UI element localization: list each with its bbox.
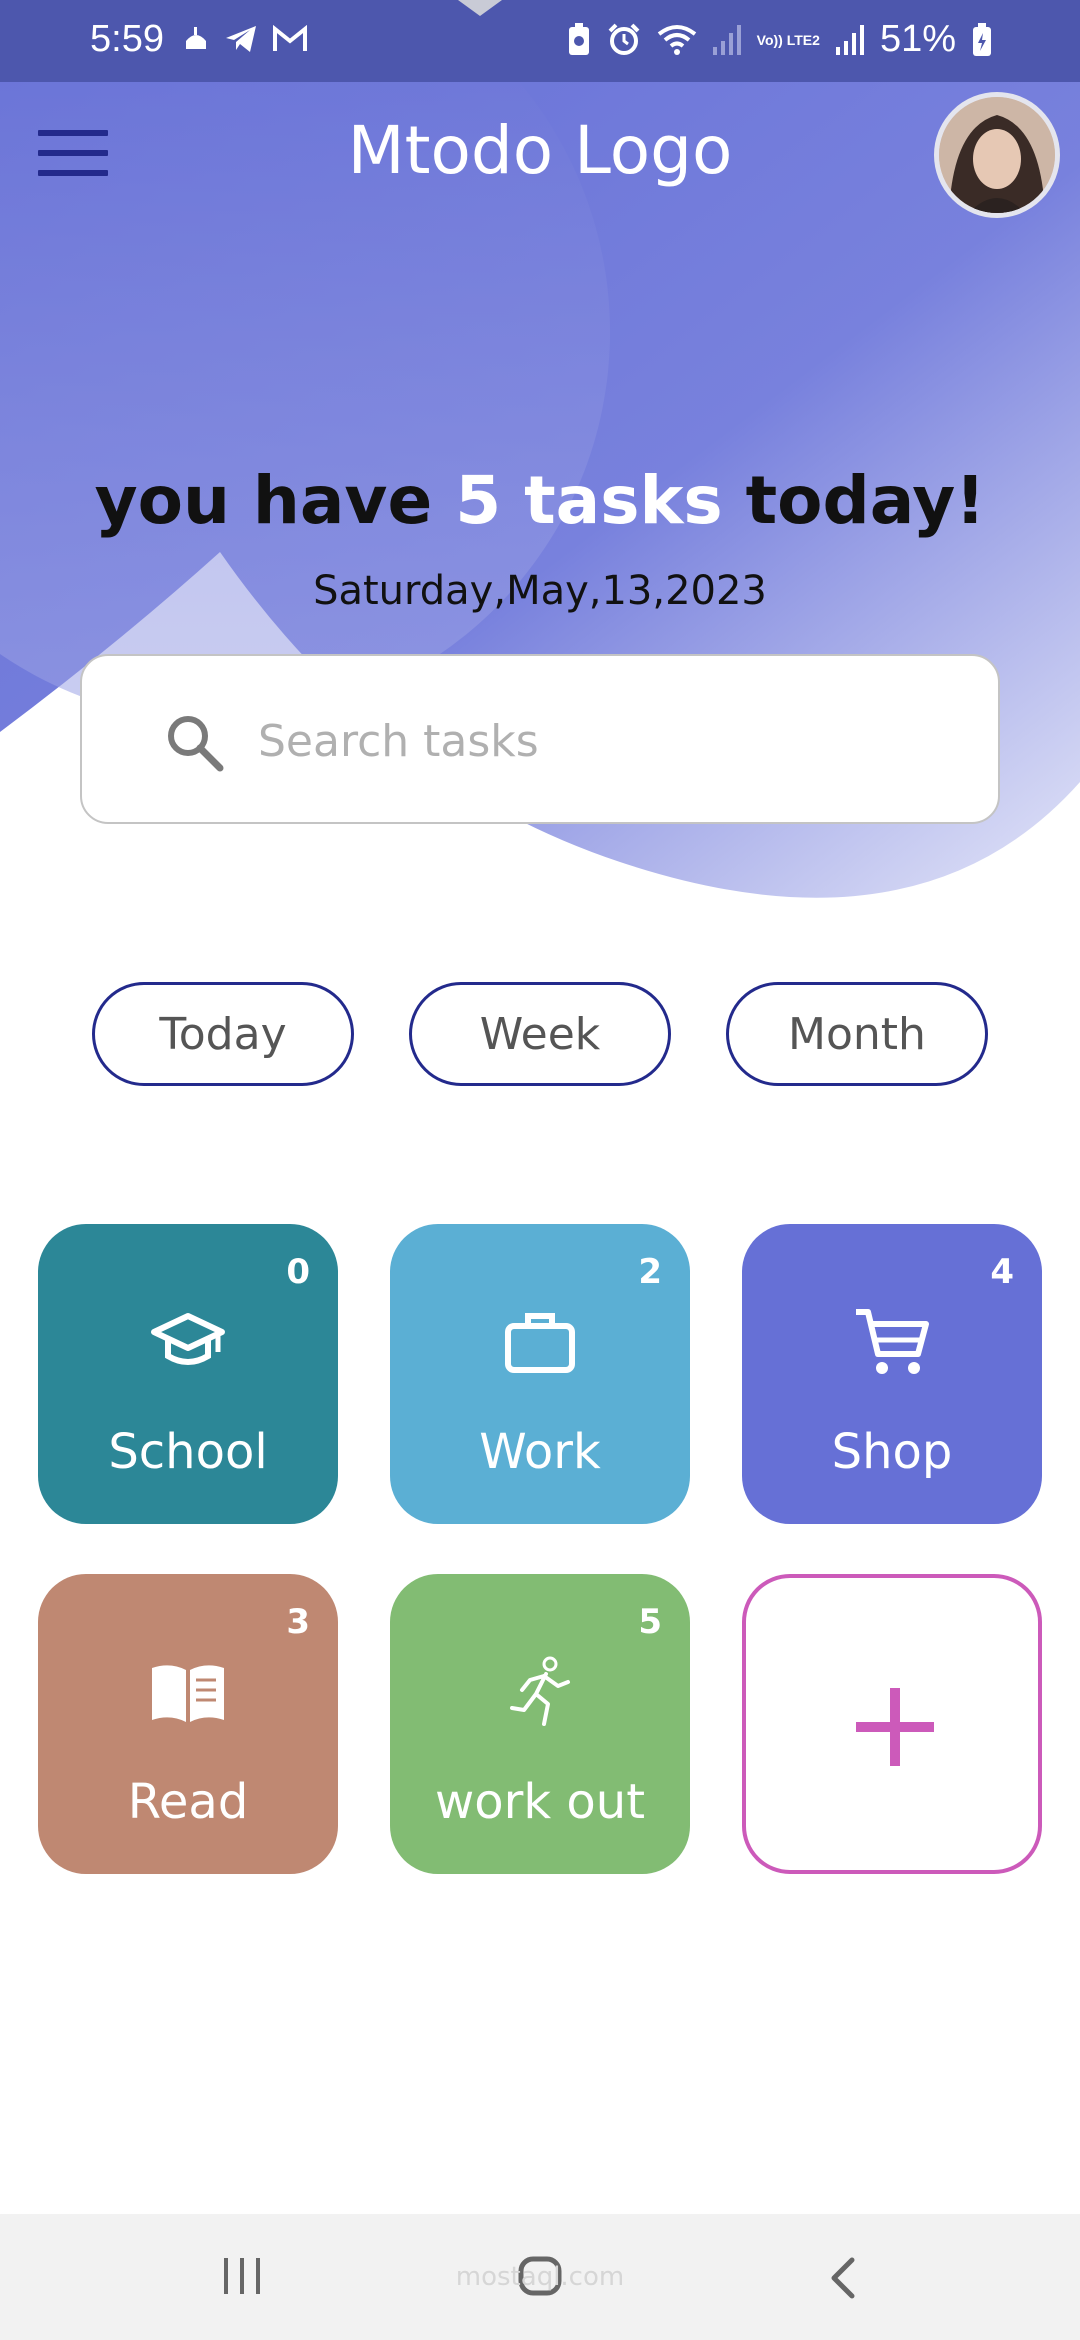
battery-charging-icon bbox=[973, 22, 991, 56]
summary-count: 5 tasks bbox=[455, 462, 723, 539]
category-label: Work bbox=[479, 1424, 601, 1480]
category-shop-tile[interactable]: 4 Shop bbox=[742, 1224, 1042, 1524]
category-count: 4 bbox=[990, 1252, 1014, 1292]
category-label: Read bbox=[127, 1774, 249, 1830]
category-read-tile[interactable]: 3 Read bbox=[38, 1574, 338, 1874]
notification-icons bbox=[182, 24, 308, 54]
wifi-icon bbox=[657, 24, 696, 55]
alarm-icon bbox=[608, 23, 640, 55]
system-navigation-bar bbox=[0, 2214, 1080, 2340]
category-count: 2 bbox=[638, 1252, 662, 1292]
running-person-icon bbox=[510, 1656, 570, 1726]
open-book-icon bbox=[152, 1665, 224, 1722]
task-summary-headline: you have 5 tasks today! bbox=[0, 462, 1080, 539]
filter-week-button[interactable]: Week bbox=[409, 982, 671, 1086]
category-work-tile[interactable]: 2 Work bbox=[390, 1224, 690, 1524]
category-count: 3 bbox=[286, 1602, 310, 1642]
add-category-button[interactable] bbox=[742, 1574, 1042, 1874]
search-input[interactable] bbox=[258, 694, 958, 788]
filter-month-button[interactable]: Month bbox=[726, 982, 988, 1086]
category-workout-tile[interactable]: 5 work out bbox=[390, 1574, 690, 1874]
notification-handle[interactable] bbox=[458, 0, 502, 16]
filter-today-button[interactable]: Today bbox=[92, 982, 354, 1086]
mosque-icon bbox=[186, 27, 206, 49]
summary-suffix: today! bbox=[722, 462, 986, 539]
battery-percent: 51% bbox=[879, 18, 956, 60]
recent-apps-icon[interactable] bbox=[222, 2256, 262, 2296]
shopping-cart-icon bbox=[856, 1309, 929, 1374]
signal-icon-1 bbox=[712, 24, 741, 55]
search-bar[interactable] bbox=[80, 654, 1000, 824]
search-icon bbox=[168, 716, 224, 772]
category-school-tile[interactable]: 0 School bbox=[38, 1224, 338, 1524]
home-icon[interactable] bbox=[518, 2256, 562, 2296]
app-title: Mtodo Logo bbox=[347, 112, 733, 189]
time-filter-group: Today Week Month bbox=[92, 982, 992, 1088]
category-label: School bbox=[108, 1424, 268, 1480]
category-label: Shop bbox=[831, 1424, 953, 1480]
avatar-image bbox=[939, 97, 1055, 213]
battery-saver-icon bbox=[568, 22, 589, 55]
status-bar: 5:59 Vo)) LTE2 51% bbox=[0, 0, 1080, 82]
current-date: Saturday,May,13,2023 bbox=[313, 568, 767, 614]
system-icons: Vo)) LTE2 51% bbox=[567, 18, 992, 61]
category-label: work out bbox=[434, 1774, 646, 1830]
category-count: 5 bbox=[638, 1602, 662, 1642]
user-avatar[interactable] bbox=[934, 92, 1060, 218]
category-count: 0 bbox=[286, 1252, 310, 1292]
back-icon[interactable] bbox=[828, 2256, 858, 2300]
gmail-icon bbox=[273, 25, 307, 51]
briefcase-icon bbox=[505, 1313, 575, 1373]
graduation-cap-icon bbox=[151, 1313, 225, 1365]
signal-icon-2 bbox=[835, 24, 864, 55]
status-time: 5:59 bbox=[90, 18, 164, 60]
summary-prefix: you have bbox=[94, 462, 456, 539]
network-label: Vo)) LTE2 bbox=[756, 31, 820, 48]
telegram-icon bbox=[226, 26, 256, 52]
